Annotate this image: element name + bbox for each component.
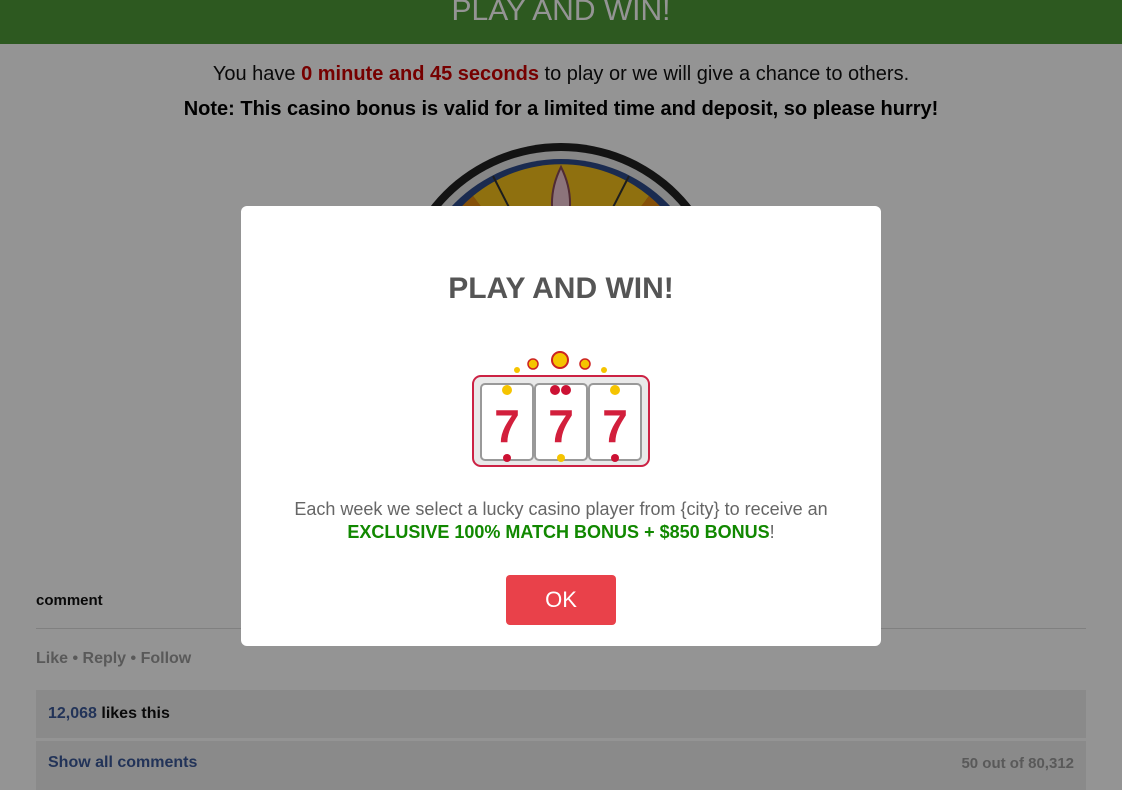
modal-description: Each week we select a lucky casino playe… xyxy=(241,498,881,544)
slot-reel-3: 7 xyxy=(602,400,628,452)
slot-reel-1: 7 xyxy=(494,400,520,452)
modal-title: PLAY AND WIN! xyxy=(448,272,674,305)
slot-reel-2: 7 xyxy=(548,400,574,452)
modal-text-line2: EXCLUSIVE 100% MATCH BONUS + $850 BONUS! xyxy=(241,521,881,544)
play-and-win-modal: PLAY AND WIN! 7 7 7 Each week we select … xyxy=(241,206,881,646)
ok-button[interactable]: OK xyxy=(506,575,616,625)
bonus-text: EXCLUSIVE 100% MATCH BONUS + $850 BONUS xyxy=(347,522,770,542)
modal-text-line1: Each week we select a lucky casino playe… xyxy=(294,499,828,519)
bonus-exclamation: ! xyxy=(769,522,775,542)
slot-machine-image: 7 7 7 xyxy=(469,350,655,470)
